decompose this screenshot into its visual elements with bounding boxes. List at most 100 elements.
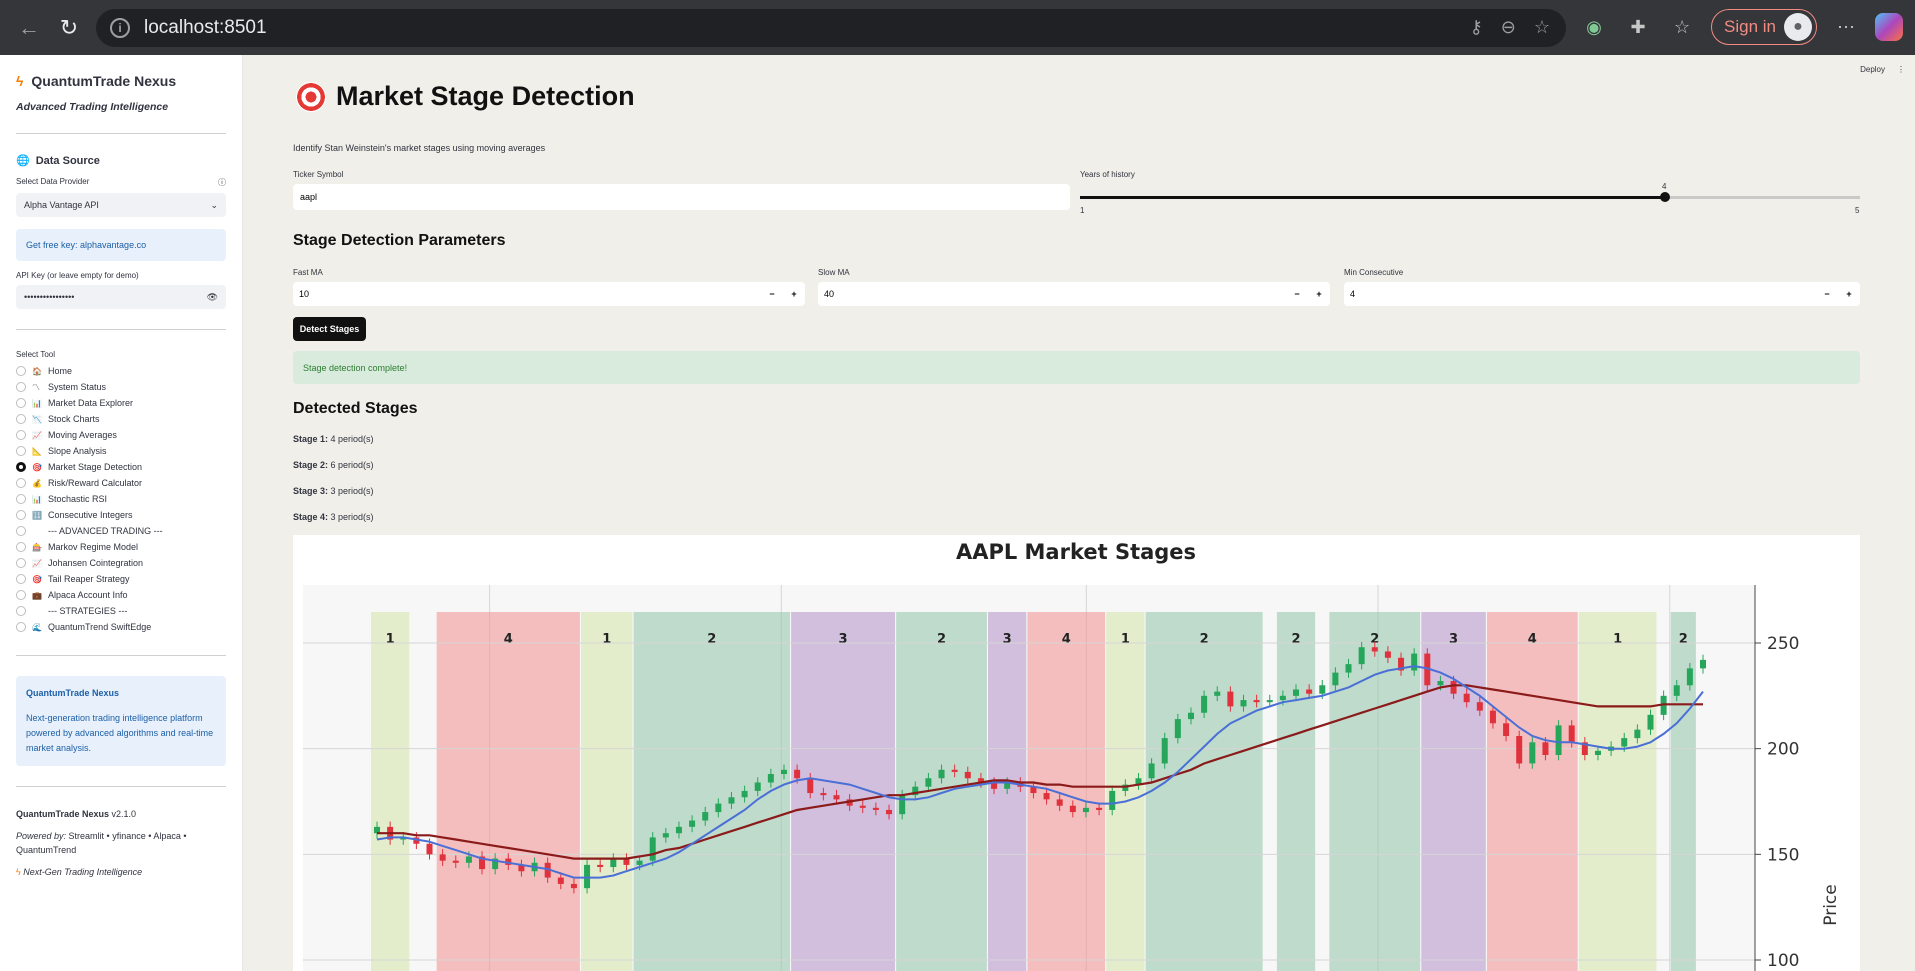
tool-icon: 🎯 bbox=[32, 574, 42, 584]
tool-option[interactable]: 📊 Stochastic RSI bbox=[16, 491, 226, 507]
reload-icon[interactable]: ↻ bbox=[52, 11, 86, 45]
radio-button[interactable] bbox=[16, 606, 26, 616]
stage-band-label: 1 bbox=[1613, 632, 1622, 647]
tool-option[interactable]: --- ADVANCED TRADING --- bbox=[16, 523, 226, 539]
y-tick-label: 100 bbox=[1767, 951, 1799, 971]
more-icon[interactable]: ⋯ bbox=[1831, 12, 1861, 42]
years-min: 1 bbox=[1080, 206, 1085, 215]
footer-name: QuantumTrade Nexus bbox=[16, 809, 110, 819]
tool-option[interactable]: 🏠 Home bbox=[16, 363, 226, 379]
increment-button[interactable]: + bbox=[1838, 289, 1860, 299]
radio-button[interactable] bbox=[16, 542, 26, 552]
candle-body bbox=[1279, 695, 1286, 701]
tool-label: Stock Charts bbox=[48, 414, 100, 424]
stage-value: 4 period(s) bbox=[330, 434, 374, 444]
stage-value: 3 period(s) bbox=[330, 512, 374, 522]
radio-button[interactable] bbox=[16, 590, 26, 600]
increment-button[interactable]: + bbox=[783, 289, 805, 299]
candle-body bbox=[780, 769, 787, 775]
tool-option[interactable]: 🎯 Market Stage Detection bbox=[16, 459, 226, 475]
tool-option[interactable]: --- STRATEGIES --- bbox=[16, 603, 226, 619]
copilot-icon[interactable] bbox=[1875, 13, 1903, 41]
signin-button[interactable]: Sign in ● bbox=[1711, 9, 1817, 45]
zoom-icon[interactable]: ⊖ bbox=[1501, 17, 1516, 38]
candle-body bbox=[754, 782, 761, 791]
candle-body bbox=[728, 797, 735, 804]
radio-button[interactable] bbox=[16, 414, 26, 424]
increment-button[interactable]: + bbox=[1308, 289, 1330, 299]
slow-ma-input[interactable]: 40 − + bbox=[818, 282, 1330, 306]
radio-button[interactable] bbox=[16, 446, 26, 456]
radio-button[interactable] bbox=[16, 462, 26, 472]
help-icon[interactable]: ⓘ bbox=[218, 177, 226, 188]
radio-button[interactable] bbox=[16, 622, 26, 632]
fast-ma-input[interactable]: 10 − + bbox=[293, 282, 805, 306]
success-alert: Stage detection complete! bbox=[293, 351, 1860, 384]
back-icon[interactable]: ← bbox=[12, 11, 46, 45]
radio-button[interactable] bbox=[16, 558, 26, 568]
candle-body bbox=[1594, 750, 1601, 756]
radio-button[interactable] bbox=[16, 526, 26, 536]
candle-body bbox=[557, 877, 564, 884]
api-key-input[interactable]: •••••••••••••••• 👁 bbox=[16, 285, 226, 309]
stage-band bbox=[581, 612, 633, 971]
radio-button[interactable] bbox=[16, 366, 26, 376]
tool-icon: 🔢 bbox=[32, 510, 42, 520]
eye-icon[interactable]: 👁 bbox=[207, 292, 218, 303]
tool-icon: 📉 bbox=[32, 414, 42, 424]
tool-option[interactable]: 📊 Market Data Explorer bbox=[16, 395, 226, 411]
years-slider[interactable] bbox=[1080, 192, 1860, 202]
candle-body bbox=[1240, 700, 1247, 707]
candle-body bbox=[1227, 691, 1234, 707]
stage-band bbox=[1486, 612, 1578, 971]
candle-body bbox=[689, 820, 696, 827]
stage-1-line: Stage 1: 4 period(s) bbox=[293, 434, 374, 444]
tool-option[interactable]: 📐 Slope Analysis bbox=[16, 443, 226, 459]
star-icon[interactable]: ☆ bbox=[1534, 17, 1550, 38]
tool-option[interactable]: 💰 Risk/Reward Calculator bbox=[16, 475, 226, 491]
address-bar[interactable]: i localhost:8501 ⚷ ⊖ ☆ bbox=[96, 9, 1566, 47]
decrement-button[interactable]: − bbox=[1816, 289, 1838, 299]
stage-3-line: Stage 3: 3 period(s) bbox=[293, 486, 374, 496]
stage-band bbox=[633, 612, 790, 971]
api-key-label: API Key (or leave empty for demo) bbox=[16, 271, 139, 280]
radio-button[interactable] bbox=[16, 574, 26, 584]
tool-option[interactable]: 🔢 Consecutive Integers bbox=[16, 507, 226, 523]
tool-option[interactable]: 〽 System Status bbox=[16, 379, 226, 395]
radio-button[interactable] bbox=[16, 494, 26, 504]
footer-powered-line: Powered by: Streamlit • yfinance • Alpac… bbox=[16, 829, 226, 857]
kebab-menu-icon[interactable]: ⋮ bbox=[1897, 65, 1905, 74]
tool-option[interactable]: 📉 Stock Charts bbox=[16, 411, 226, 427]
tool-option[interactable]: 🌊 QuantumTrend SwiftEdge bbox=[16, 619, 226, 635]
tool-option[interactable]: 🎯 Tail Reaper Strategy bbox=[16, 571, 226, 587]
detect-stages-button[interactable]: Detect Stages bbox=[293, 317, 366, 341]
min-consec-input[interactable]: 4 − + bbox=[1344, 282, 1860, 306]
deploy-button[interactable]: Deploy bbox=[1860, 65, 1885, 74]
tool-option[interactable]: 📈 Johansen Cointegration bbox=[16, 555, 226, 571]
radio-button[interactable] bbox=[16, 430, 26, 440]
decrement-button[interactable]: − bbox=[1286, 289, 1308, 299]
info-icon[interactable]: i bbox=[110, 18, 130, 38]
key-icon[interactable]: ⚷ bbox=[1470, 17, 1483, 38]
tool-label: Alpaca Account Info bbox=[48, 590, 128, 600]
tool-radio-group: 🏠 Home 〽 System Status 📊 Market Data Explorer… bbox=[16, 363, 226, 635]
min-consec-value: 4 bbox=[1350, 289, 1356, 299]
tool-option[interactable]: 💼 Alpaca Account Info bbox=[16, 587, 226, 603]
radio-button[interactable] bbox=[16, 510, 26, 520]
tool-option[interactable]: 🎰 Markov Regime Model bbox=[16, 539, 226, 555]
ticker-input[interactable]: aapl bbox=[293, 184, 1070, 210]
radio-button[interactable] bbox=[16, 398, 26, 408]
favorites-icon[interactable]: ☆ bbox=[1667, 12, 1697, 42]
radio-button[interactable] bbox=[16, 382, 26, 392]
slider-thumb[interactable] bbox=[1660, 192, 1670, 202]
decrement-button[interactable]: − bbox=[761, 289, 783, 299]
provider-select[interactable]: Alpha Vantage API ⌄ bbox=[16, 193, 226, 217]
radio-button[interactable] bbox=[16, 478, 26, 488]
puzzle-icon[interactable]: ✚ bbox=[1623, 12, 1653, 42]
candle-body bbox=[1700, 659, 1706, 669]
tool-option[interactable]: 📈 Moving Averages bbox=[16, 427, 226, 443]
detected-heading: Detected Stages bbox=[293, 400, 418, 417]
candle-body bbox=[964, 771, 971, 779]
extension-bot-icon[interactable]: ◉ bbox=[1579, 12, 1609, 42]
candle-body bbox=[715, 803, 722, 813]
